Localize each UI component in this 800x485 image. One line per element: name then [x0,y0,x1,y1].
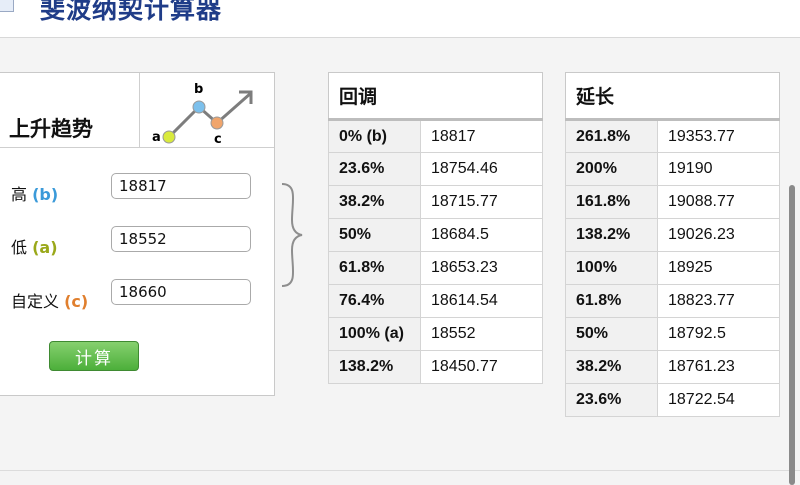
value-cell: 18761.23 [657,350,780,384]
custom-key: (c) [64,292,89,311]
header-bar: 斐波纳契计算器 [0,0,800,38]
low-label-text: 低 [11,238,28,257]
custom-label-text: 自定义 [11,292,60,311]
divider [0,470,800,471]
value-cell: 18792.5 [657,317,780,351]
point-c-label: c [214,132,222,145]
high-label: 高 (b) [11,181,58,205]
extension-title: 延长 [565,72,780,121]
level-cell: 261.8% [565,119,658,153]
brace-icon [281,183,303,287]
table-row: 38.2% 18761.23 [565,350,780,384]
high-label-text: 高 [11,185,28,204]
level-cell: 23.6% [565,383,658,417]
point-a-label: a [152,130,161,145]
low-key: (a) [32,238,58,257]
table-row: 61.8% 18653.23 [328,251,543,285]
table-row: 50% 18684.5 [328,218,543,252]
value-cell: 18925 [657,251,780,285]
level-cell: 138.2% [565,218,658,252]
table-row: 50% 18792.5 [565,317,780,351]
extension-table: 延长 261.8% 19353.77 200% 19190 161.8% 19088.… [565,72,780,417]
value-cell: 18722.54 [657,383,780,417]
document-icon [0,0,14,12]
uptrend-diagram-icon: a b c [152,82,253,145]
value-cell: 19353.77 [657,119,780,153]
level-cell: 100% [565,251,658,285]
divider [139,73,140,147]
table-row: 23.6% 18754.46 [328,152,543,186]
trend-title: 上升趋势 [9,117,93,141]
retracement-title: 回调 [328,72,543,121]
table-row: 100% 18925 [565,251,780,285]
table-row: 138.2% 18450.77 [328,350,543,384]
scrollbar[interactable] [789,185,795,485]
table-row: 76.4% 18614.54 [328,284,543,318]
value-cell: 19026.23 [657,218,780,252]
level-cell: 161.8% [565,185,658,219]
table-row: 23.6% 18722.54 [565,383,780,417]
level-cell: 100% (a) [328,317,421,351]
value-cell: 18715.77 [420,185,543,219]
point-b-label: b [194,82,203,97]
table-row: 261.8% 19353.77 [565,119,780,153]
point-c-marker [210,116,224,130]
value-cell: 19190 [657,152,780,186]
table-row: 100% (a) 18552 [328,317,543,351]
low-label: 低 (a) [11,234,58,258]
table-row: 200% 19190 [565,152,780,186]
level-cell: 38.2% [565,350,658,384]
input-panel: 上升趋势 a b c 高 (b) 低 (a) 自定义 (c) 计算 [0,72,275,396]
low-input[interactable] [111,226,251,252]
value-cell: 18684.5 [420,218,543,252]
level-cell: 76.4% [328,284,421,318]
page-title: 斐波纳契计算器 [40,0,223,24]
high-key: (b) [32,185,59,204]
level-cell: 61.8% [328,251,421,285]
value-cell: 18552 [420,317,543,351]
value-cell: 18823.77 [657,284,780,318]
value-cell: 18614.54 [420,284,543,318]
value-cell: 18754.46 [420,152,543,186]
level-cell: 138.2% [328,350,421,384]
level-cell: 38.2% [328,185,421,219]
point-a-marker [162,130,176,144]
calculate-button[interactable]: 计算 [49,341,139,371]
value-cell: 19088.77 [657,185,780,219]
level-cell: 61.8% [565,284,658,318]
table-row: 0% (b) 18817 [328,119,543,153]
divider [0,147,274,148]
table-row: 61.8% 18823.77 [565,284,780,318]
table-row: 138.2% 19026.23 [565,218,780,252]
level-cell: 200% [565,152,658,186]
value-cell: 18817 [420,119,543,153]
level-cell: 50% [328,218,421,252]
high-input[interactable] [111,173,251,199]
value-cell: 18653.23 [420,251,543,285]
table-row: 38.2% 18715.77 [328,185,543,219]
level-cell: 0% (b) [328,119,421,153]
level-cell: 50% [565,317,658,351]
level-cell: 23.6% [328,152,421,186]
point-b-marker [192,100,206,114]
retracement-table: 回调 0% (b) 18817 23.6% 18754.46 38.2% 18715.… [328,72,543,384]
custom-input[interactable] [111,279,251,305]
value-cell: 18450.77 [420,350,543,384]
custom-label: 自定义 (c) [11,288,88,312]
table-row: 161.8% 19088.77 [565,185,780,219]
